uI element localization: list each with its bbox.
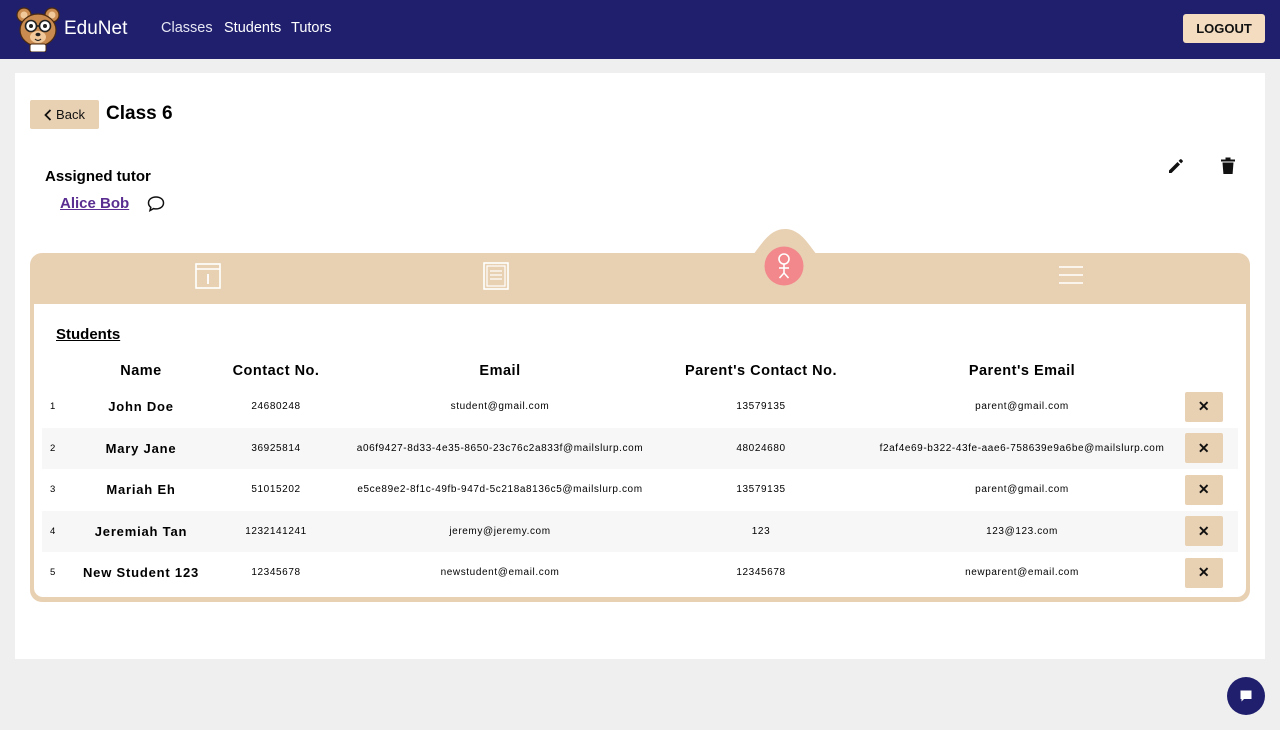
student-contact: 24680248 [251,401,301,413]
parent-email: parent@gmail.com [975,401,1069,413]
col-contact-header: Contact No. [232,363,320,379]
student-name: Mariah Eh [106,482,176,498]
student-email: e5ce89e2-8f1c-49fb-947d-5c218a8136c5@mai… [357,484,643,496]
tab-notebook-icon[interactable] [483,262,509,290]
tab-students-icon[interactable] [764,246,804,286]
remove-student-button[interactable]: ✕ [1185,391,1223,422]
chat-fab-button[interactable] [1227,677,1265,715]
top-navbar: EduNet Classes Students Tutors LOGOUT [0,0,1280,59]
parent-email: 123@123.com [874,510,1170,552]
brand-name[interactable]: EduNet [64,18,127,40]
student-contact: 1232141241 [200,510,352,552]
student-name: John Doe [108,399,174,415]
parent-email: newparent@email.com [965,567,1079,579]
message-tutor-icon[interactable] [147,195,165,212]
col-index-header [42,356,82,386]
back-button-label: Back [56,107,85,122]
remove-student-button[interactable]: ✕ [1185,433,1223,464]
page-title: Class 6 [106,103,173,124]
edit-pencil-icon[interactable] [1167,157,1185,175]
col-name-header: Name [120,363,162,379]
chevron-left-icon [44,108,52,121]
bear-logo-icon[interactable] [16,6,60,52]
col-parent-contact-header: Parent's Contact No. [684,363,838,379]
parent-contact: 13579135 [736,484,786,496]
parent-contact: 13579135 [736,401,786,413]
chat-bubble-icon [1240,690,1252,702]
parent-contact: 123 [648,510,874,552]
main-content-card: Back Class 6 Assigned tutor Alice Bob St… [15,73,1265,659]
student-email: a06f9427-8d33-4e35-8650-23c76c2a833f@mai… [352,427,648,469]
parent-contact: 12345678 [736,567,786,579]
assigned-tutor-heading: Assigned tutor [45,168,151,185]
student-email: jeremy@jeremy.com [352,510,648,552]
students-tab-content: Students Name Contact No. Email Parent's… [34,304,1246,597]
student-name: New Student 123 [82,565,200,581]
delete-class-trash-icon[interactable] [1220,157,1236,175]
row-index: 1 [50,401,56,413]
row-index: 4 [42,510,82,552]
nav-link-tutors[interactable]: Tutors [291,20,332,36]
tutor-name-link[interactable]: Alice Bob [60,195,129,212]
student-name: Jeremiah Tan [82,510,200,552]
student-contact: 51015202 [251,484,301,496]
parent-contact: 48024680 [648,427,874,469]
nav-link-classes[interactable]: Classes [161,20,213,36]
table-row: 2 Mary Jane 36925814 a06f9427-8d33-4e35-… [42,427,1238,469]
class-tab-panel: Students Name Contact No. Email Parent's… [30,229,1250,602]
table-row: 1 John Doe 24680248 student@gmail.com 13… [42,386,1238,428]
students-heading: Students [56,326,121,343]
tab-class-info-icon[interactable] [195,263,221,289]
table-header-row: Name Contact No. Email Parent's Contact … [42,356,1238,386]
back-button[interactable]: Back [30,100,99,129]
logout-button[interactable]: LOGOUT [1183,14,1265,43]
row-index: 5 [50,567,56,579]
student-email: student@gmail.com [450,401,550,413]
col-email-header: Email [479,363,521,379]
remove-student-button[interactable]: ✕ [1185,557,1223,588]
table-row: 3 Mariah Eh 51015202 e5ce89e2-8f1c-49fb-… [42,469,1238,511]
row-index: 2 [42,427,82,469]
row-index: 3 [50,484,56,496]
table-row: 5 New Student 123 12345678 newstudent@em… [42,552,1238,594]
parent-email: f2af4e69-b322-43fe-aae6-758639e9a6be@mai… [874,427,1170,469]
student-email: newstudent@email.com [440,567,560,579]
students-table: Name Contact No. Email Parent's Contact … [42,356,1238,594]
student-name: Mary Jane [82,427,200,469]
parent-email: parent@gmail.com [975,484,1069,496]
col-parent-email-header: Parent's Email [968,363,1076,379]
table-row: 4 Jeremiah Tan 1232141241 jeremy@jeremy.… [42,510,1238,552]
remove-student-button[interactable]: ✕ [1185,516,1223,547]
nav-link-students[interactable]: Students [224,20,281,36]
tab-menu-icon[interactable] [1059,265,1083,285]
remove-student-button[interactable]: ✕ [1185,474,1223,505]
col-actions-header [1170,356,1238,386]
student-contact: 12345678 [251,567,301,579]
student-contact: 36925814 [200,427,352,469]
